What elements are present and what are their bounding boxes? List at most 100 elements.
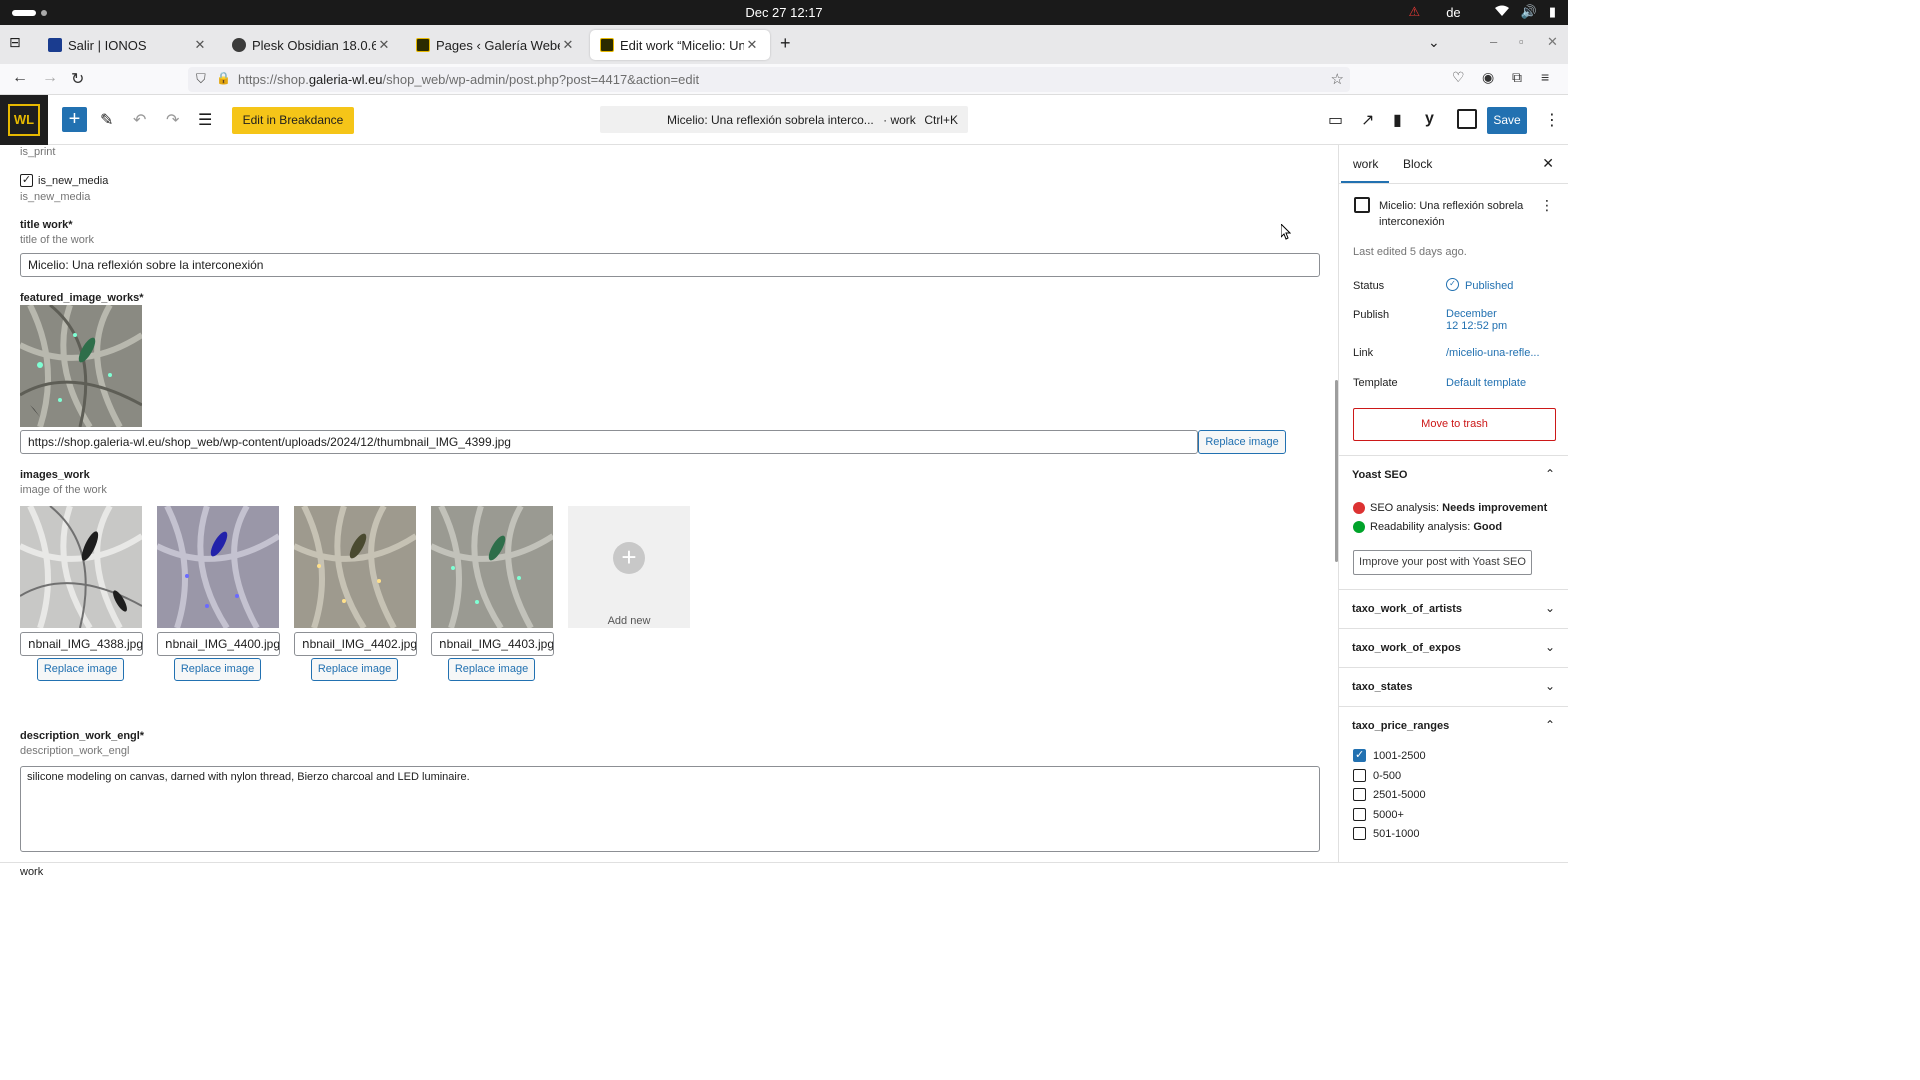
close-sidebar-icon[interactable]: ✕	[1542, 155, 1554, 172]
battery-icon[interactable]: ▮	[1549, 4, 1556, 20]
tab-title: Salir | IONOS	[68, 37, 147, 53]
back-icon[interactable]: ←	[12, 69, 28, 87]
account-icon[interactable]: ◉	[1482, 69, 1494, 86]
redo-icon[interactable]: ↷	[166, 110, 179, 130]
command-palette-bar[interactable]: Micelio: Una reflexión sobrela interco..…	[600, 106, 968, 133]
move-to-trash-button[interactable]: Move to trash	[1353, 408, 1556, 441]
post-actions-icon[interactable]: ⋮	[1540, 197, 1554, 214]
gallery-image-thumbnail[interactable]	[431, 506, 553, 628]
site-logo[interactable]: WL	[0, 95, 48, 145]
warning-icon[interactable]: ⚠	[1409, 4, 1421, 20]
price-range-checkbox[interactable]: 0-500	[1353, 769, 1401, 782]
minimize-icon[interactable]: –	[1490, 34, 1497, 49]
publish-date[interactable]: December 12 12:52 pm	[1446, 308, 1507, 332]
gallery-replace-image-button[interactable]: Replace image	[311, 658, 398, 681]
seo-analysis: SEO analysis: Needs improvement	[1370, 502, 1548, 514]
checkbox-checked-icon[interactable]	[1353, 748, 1366, 762]
description-textarea[interactable]: silicone modeling on canvas, darned with…	[20, 766, 1320, 852]
wifi-icon[interactable]	[1494, 5, 1509, 20]
gallery-image-thumbnail[interactable]	[157, 506, 279, 628]
new-tab-icon[interactable]: +	[780, 33, 791, 54]
gallery-image-thumbnail[interactable]	[294, 506, 416, 628]
plugin-icon[interactable]: ▮	[1393, 110, 1402, 130]
gallery-filename-input[interactable]: ոbnail_IMG_4388.jpg	[20, 632, 143, 656]
edit-in-breakdance-button[interactable]: Edit in Breakdance	[232, 107, 354, 134]
pocket-icon[interactable]: ♡	[1452, 69, 1465, 86]
editor-toolbar: WL + ✎ ↶ ↷ ☰ Edit in Breakdance Micelio:…	[0, 95, 1568, 145]
taxo-expos-panel-header[interactable]: taxo_work_of_expos ⌄	[1339, 628, 1568, 667]
url-text[interactable]: https://shop.galeria-wl.eu/shop_web/wp-a…	[238, 72, 699, 87]
breadcrumb[interactable]: work	[20, 866, 43, 878]
price-range-checkbox[interactable]: 5000+	[1353, 808, 1404, 821]
add-new-image-tile[interactable]: + Add new	[568, 506, 690, 628]
taxo-states-panel-header[interactable]: taxo_states ⌄	[1339, 667, 1568, 706]
shield-icon[interactable]: ⛉	[196, 71, 206, 87]
status-value[interactable]: Published	[1465, 280, 1513, 292]
gallery-replace-image-button[interactable]: Replace image	[37, 658, 124, 681]
gallery-image-thumbnail[interactable]	[20, 506, 142, 628]
tab-pages[interactable]: Pages ‹ Galería Weber-Lu ✕	[406, 30, 586, 60]
language-indicator[interactable]: de	[1446, 5, 1460, 20]
undo-icon[interactable]: ↶	[133, 110, 146, 130]
command-title: Micelio: Una reflexión sobrela interco..…	[667, 113, 916, 127]
maximize-icon[interactable]: ▫	[1519, 34, 1524, 49]
forward-icon[interactable]: →	[42, 69, 58, 87]
checkbox-icon[interactable]	[1353, 827, 1366, 840]
checkbox-icon[interactable]	[1353, 808, 1366, 821]
preview-desktop-icon[interactable]: ▭	[1328, 110, 1343, 130]
os-clock[interactable]: Dec 27 12:17	[0, 5, 1568, 20]
featured-replace-image-button[interactable]: Replace image	[1198, 430, 1286, 454]
price-range-checkbox[interactable]: 1001-2500	[1353, 748, 1426, 762]
gallery-filename-input[interactable]: ոbnail_IMG_4403.jpg	[431, 632, 554, 656]
close-tab-icon[interactable]: ✕	[560, 37, 576, 53]
options-icon[interactable]: ⋮	[1544, 110, 1560, 130]
featured-image-url-input[interactable]: https://shop.galeria-wl.eu/shop_web/wp-c…	[20, 430, 1198, 454]
gallery-replace-image-button[interactable]: Replace image	[174, 658, 261, 681]
lock-icon[interactable]: 🔒	[216, 71, 231, 85]
save-button[interactable]: Save	[1487, 107, 1527, 134]
is-new-media-checkbox[interactable]: ✓	[20, 174, 33, 187]
gallery-replace-image-button[interactable]: Replace image	[448, 658, 535, 681]
volume-icon[interactable]: 🔊	[1521, 4, 1537, 20]
checkbox-icon[interactable]	[1353, 769, 1366, 782]
yoast-icon[interactable]: y	[1425, 110, 1434, 128]
settings-sidebar-icon[interactable]	[1457, 109, 1477, 129]
price-range-checkbox[interactable]: 2501-5000	[1353, 788, 1426, 801]
ionos-favicon	[48, 38, 62, 52]
readability-good-face-icon	[1353, 521, 1365, 533]
extensions-icon[interactable]: ⧉	[1512, 69, 1522, 86]
close-tab-icon[interactable]: ✕	[192, 37, 208, 53]
tab-work[interactable]: work	[1353, 157, 1378, 171]
system-tray[interactable]: ⚠ de 🔊 ▮	[1409, 4, 1556, 20]
chevron-down-icon[interactable]: ⌄	[1428, 34, 1440, 51]
add-block-button[interactable]: +	[62, 107, 87, 132]
pencil-tool-icon[interactable]: ✎	[100, 110, 113, 130]
title-work-input[interactable]: Micelio: Una reflexión sobre la intercon…	[20, 253, 1320, 277]
template-value[interactable]: Default template	[1446, 377, 1526, 389]
close-window-icon[interactable]: ✕	[1547, 34, 1558, 50]
reload-icon[interactable]: ↻	[71, 69, 84, 89]
checkbox-icon[interactable]	[1353, 788, 1366, 801]
tab-edit-work[interactable]: Edit work “Micelio: Una r ✕	[590, 30, 770, 60]
close-tab-icon[interactable]: ✕	[376, 37, 392, 53]
tab-ionos[interactable]: Salir | IONOS ✕	[38, 30, 218, 60]
document-overview-icon[interactable]: ☰	[198, 110, 212, 130]
tab-overview-icon[interactable]: ⊟	[9, 34, 21, 51]
bookmark-star-icon[interactable]: ☆	[1331, 70, 1344, 88]
gallery-filename-input[interactable]: ոbnail_IMG_4400.jpg	[157, 632, 280, 656]
gallery-filename-input[interactable]: ոbnail_IMG_4402.jpg	[294, 632, 417, 656]
tab-block[interactable]: Block	[1403, 157, 1432, 171]
price-range-checkbox[interactable]: 501-1000	[1353, 827, 1420, 840]
yoast-improve-button[interactable]: Improve your post with Yoast SEO	[1353, 550, 1532, 575]
featured-image-thumbnail[interactable]	[20, 305, 142, 427]
url-bar[interactable]: ⛉ 🔒 https://shop.galeria-wl.eu/shop_web/…	[188, 67, 1350, 92]
view-post-icon[interactable]: ↗	[1361, 110, 1374, 130]
tab-plesk[interactable]: Plesk Obsidian 18.0.65 ✕	[222, 30, 402, 60]
taxo-price-ranges-panel-header[interactable]: taxo_price_ranges ⌃	[1339, 706, 1568, 745]
browser-tab-strip: ⊟ Salir | IONOS ✕ Plesk Obsidian 18.0.65…	[0, 25, 1568, 64]
yoast-panel-header[interactable]: Yoast SEO ⌃	[1339, 455, 1568, 494]
taxo-artists-panel-header[interactable]: taxo_work_of_artists ⌄	[1339, 589, 1568, 628]
link-value[interactable]: /micelio-una-refle...	[1446, 347, 1540, 359]
close-tab-icon[interactable]: ✕	[744, 37, 760, 53]
menu-icon[interactable]: ≡	[1541, 69, 1549, 85]
